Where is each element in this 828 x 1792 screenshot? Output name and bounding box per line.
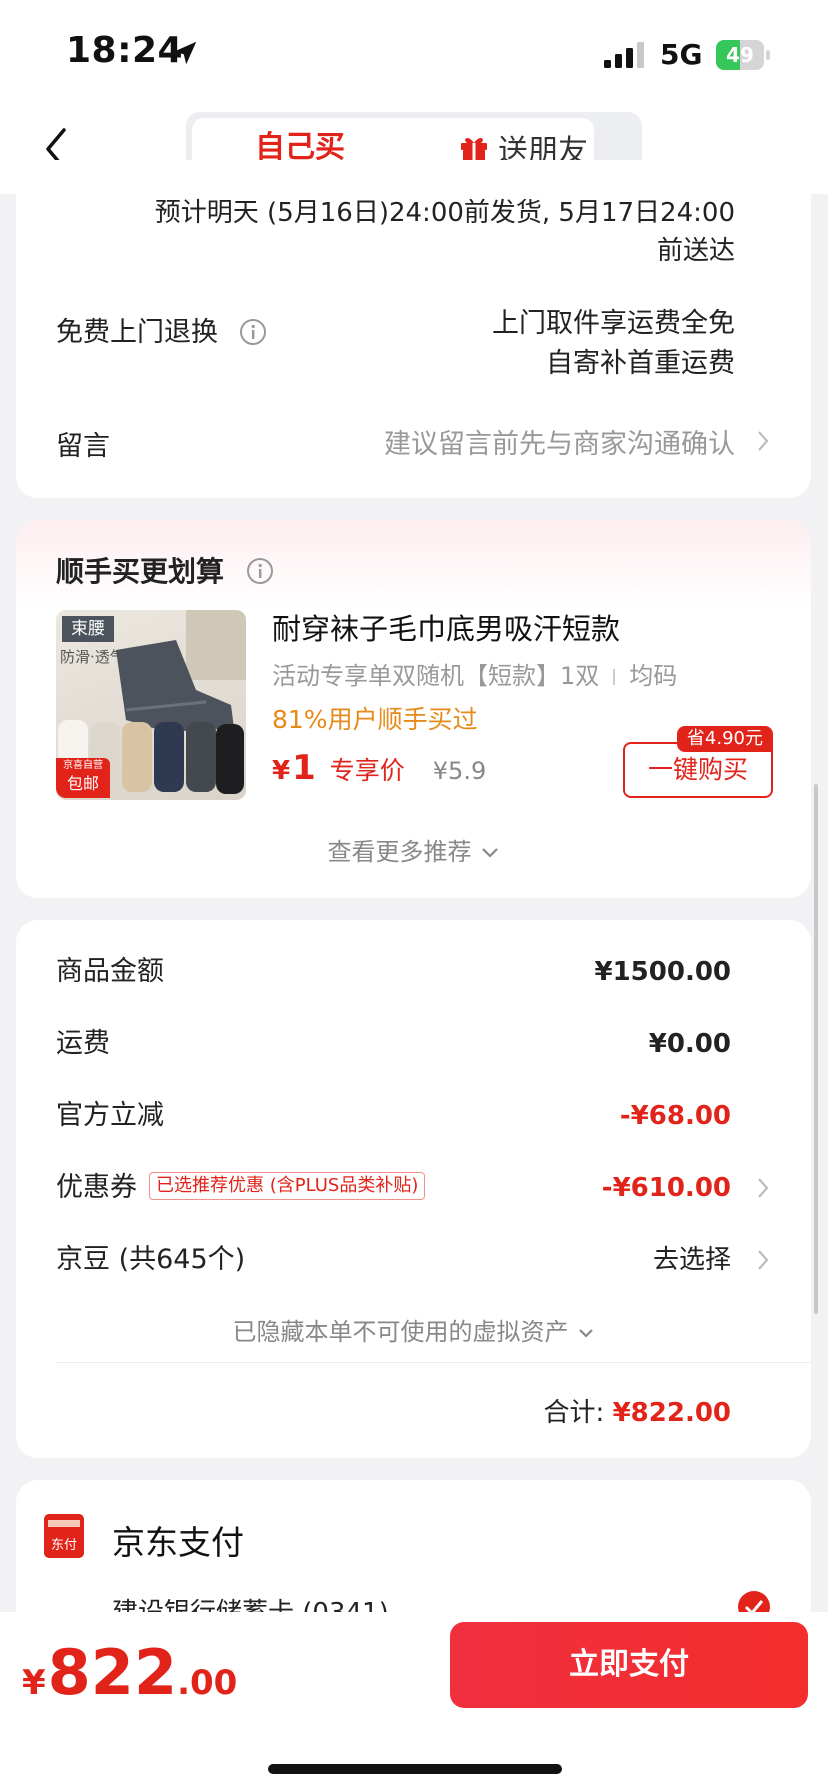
delivery-line2: 前送达 [656,236,735,266]
payable-decimal: .00 [177,1663,238,1703]
jd-beans-label: 京豆 (共645个) [56,1244,246,1275]
see-more-recommendations[interactable]: 查看更多推荐 [16,832,811,867]
product-price: ¥ 1 专享价 ¥5.9 [272,748,486,788]
chevron-right-icon [758,431,769,451]
payable-integer: 822 [47,1636,178,1709]
note-input[interactable]: 建议留言前先与商家沟通确认 [384,422,735,461]
status-time: 18:24 [66,30,184,71]
addon-title: 顺手买更划算 [56,550,274,590]
battery-icon: 49 [716,40,772,70]
addon-title-text: 顺手买更划算 [56,555,225,588]
coupon-value: -¥610.00 [601,1173,731,1203]
jd-beans-row[interactable]: 京豆 (共645个) 去选择 [56,1240,771,1280]
price-summary-card: 商品金额 ¥1500.00 运费 ¥0.00 官方立减 -¥68.00 优惠券已… [16,920,811,1458]
info-icon[interactable] [246,557,274,585]
jd-pay-icon-text: 东付 [51,1538,77,1553]
order-info-card: 预计明天 (5月16日)24:00前发货, 5月17日24:00 前送达 免费上… [16,160,811,498]
free-return-label: 免费上门退换 [56,317,218,348]
pay-now-button[interactable]: 立即支付 [450,1622,808,1708]
product-tagline: 防滑·透气 [60,648,125,666]
free-shipping-badge: 京喜自营 包邮 [56,758,110,798]
coupon-row[interactable]: 优惠券 已选推荐优惠 (含PLUS品类补贴) -¥610.00 [56,1168,771,1208]
price-label: 专享价 [329,756,405,785]
shipping-value: ¥0.00 [648,1029,731,1059]
chevron-down-icon [481,848,498,858]
battery-level: 49 [726,43,754,67]
order-total: 合计: ¥822.00 [544,1392,731,1429]
goods-amount-row: 商品金额 ¥1500.00 [56,952,771,992]
payment-title: 京东支付 [112,1523,244,1562]
free-return-line1: 上门取件享运费全免 [492,308,735,339]
free-return-detail: 上门取件享运费全免 自寄补首重运费 [492,304,735,384]
order-total-label: 合计: [543,1398,605,1428]
coupon-applied-tag: 已选推荐优惠 (含PLUS品类补贴) [149,1171,426,1200]
savings-badge: 省4.90元 [676,726,773,752]
chevron-right-icon [758,1250,769,1270]
network-type: 5G [660,38,703,71]
payable-amount: ¥ 822 .00 [22,1636,237,1709]
jd-pay-icon: 东付 [44,1514,84,1558]
official-discount-row: 官方立减 -¥68.00 [56,1096,771,1136]
product-name[interactable]: 耐穿袜子毛巾底男吸汗短款 [272,606,620,648]
free-return-row: 免费上门退换 [56,310,267,349]
official-discount-value: -¥68.00 [619,1101,731,1131]
chevron-right-icon [758,1178,769,1198]
spec-divider [613,669,616,685]
coupon-label-group: 优惠券 已选推荐优惠 (含PLUS品类补贴) [56,1168,426,1208]
product-spec-variant: 活动专享单双随机【短款】1双 [272,662,600,690]
coupon-label: 优惠券 [56,1172,137,1203]
location-arrow-icon [173,41,197,65]
original-price: ¥5.9 [432,757,487,785]
free-shipping-badge-top: 京喜自营 [63,760,103,771]
delivery-estimate: 预计明天 (5月16日)24:00前发货, 5月17日24:00 前送达 [155,194,735,270]
addon-recommend-card: 顺手买更划算 束腰 防滑·透气 京喜自营 包邮 耐穿袜子毛巾底男吸汗短款 活动专… [16,520,811,898]
signal-icon [604,42,644,68]
order-total-value: ¥822.00 [612,1398,731,1428]
see-more-label: 查看更多推荐 [327,838,472,866]
goods-amount-value: ¥1500.00 [594,957,731,987]
product-brand-label: 束腰 [71,619,105,639]
checkout-bar: ¥ 822 .00 立即支付 [0,1612,828,1792]
home-indicator[interactable] [268,1764,562,1774]
free-return-line2: 自寄补首重运费 [546,348,735,379]
price-value: 1 [292,748,316,788]
payable-currency: ¥ [22,1663,46,1703]
info-icon[interactable] [239,318,267,346]
free-shipping-badge-bottom: 包邮 [66,774,99,793]
delivery-line1: 预计明天 (5月16日)24:00前发货, 5月17日24:00 [154,198,735,228]
hidden-assets-toggle[interactable]: 已隐藏本单不可使用的虚拟资产 [16,1312,811,1347]
divider [56,1362,811,1363]
note-label: 留言 [56,431,110,462]
official-discount-label: 官方立减 [56,1100,164,1131]
product-image[interactable]: 束腰 防滑·透气 京喜自营 包邮 [56,610,246,800]
users-bought-text: 81%用户顺手买过 [272,705,478,734]
goods-amount-label: 商品金额 [56,956,164,987]
price-currency: ¥ [272,756,291,786]
chevron-down-icon [578,1329,593,1338]
product-spec-size: 均码 [629,662,678,690]
status-bar: 18:24 5G 49 [0,0,828,104]
scrollbar[interactable] [814,784,818,1314]
shipping-label: 运费 [56,1028,110,1059]
jd-beans-action: 去选择 [652,1245,731,1275]
product-spec: 活动专享单双随机【短款】1双 均码 [272,656,677,691]
shipping-row: 运费 ¥0.00 [56,1024,771,1064]
hidden-assets-label: 已隐藏本单不可使用的虚拟资产 [232,1318,569,1346]
